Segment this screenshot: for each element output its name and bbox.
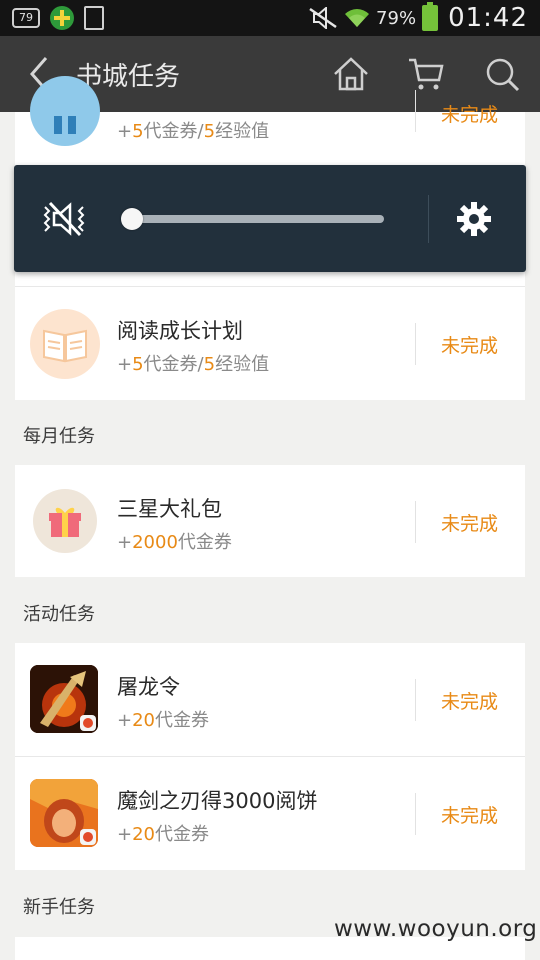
task-reward: +20代金券: [117, 824, 209, 845]
notification-badge-icon: 79: [12, 8, 40, 28]
volume-slider-thumb[interactable]: [121, 208, 143, 230]
task-reward: +2000代金券: [117, 532, 232, 553]
task-status: 未完成: [441, 104, 499, 126]
task-reward: +5代金券/5经验值: [117, 121, 270, 142]
task-row-samsung-gift[interactable]: 三星大礼包 +2000代金券 未完成: [15, 465, 525, 577]
task-title: 魔剑之刃得3000阅饼: [117, 789, 318, 813]
section-title-monthly: 每月任务: [23, 426, 95, 447]
task-reward: +20代金券: [117, 710, 209, 731]
task-status: 未完成: [441, 691, 499, 713]
task-title: 屠龙令: [117, 675, 180, 699]
game-dragon-icon: [30, 665, 98, 733]
divider: [415, 501, 416, 543]
task-status: 未完成: [441, 513, 499, 535]
task-row-dragon-slayer[interactable]: 屠龙令 +20代金券 未完成: [15, 643, 525, 755]
status-bar: 79 79% 01:42: [0, 0, 540, 36]
task-reward: +5代金券/5经验值: [117, 354, 270, 375]
wifi-icon: [345, 9, 370, 27]
mute-icon[interactable]: [42, 199, 86, 239]
app-plus-icon: [50, 6, 74, 30]
status-bar-notifications: 79: [12, 6, 104, 30]
section-title-activity: 活动任务: [23, 604, 95, 625]
game-magic-blade-icon: [30, 779, 98, 847]
gear-icon[interactable]: [456, 201, 492, 237]
status-bar-system: 79% 01:42: [308, 0, 528, 36]
divider: [415, 90, 416, 132]
mute-status-icon: [309, 7, 337, 29]
clock: 01:42: [448, 3, 528, 33]
task-card-activity: 屠龙令 +20代金券 未完成 魔剑之刃得3000阅饼 +20代金券 未完成: [15, 643, 525, 870]
divider: [415, 793, 416, 835]
task-row-magic-blade[interactable]: 魔剑之刃得3000阅饼 +20代金券 未完成: [15, 757, 525, 869]
volume-panel: [14, 165, 526, 272]
task-card-monthly: 三星大礼包 +2000代金券 未完成: [15, 465, 525, 577]
divider: [428, 195, 429, 243]
task-row-reading-growth[interactable]: 阅读成长计划 +5代金券/5经验值 未完成: [15, 287, 525, 399]
task-status: 未完成: [441, 805, 499, 827]
divider: [415, 679, 416, 721]
volume-slider-track[interactable]: [130, 215, 384, 223]
section-title-newbie: 新手任务: [23, 897, 95, 918]
divider: [415, 323, 416, 365]
battery-icon: [422, 2, 439, 31]
task-row-partial[interactable]: +5代金券/5经验值 未完成: [15, 54, 525, 166]
task-title: 阅读成长计划: [117, 319, 243, 343]
watermark: www.wooyun.org: [334, 916, 538, 942]
gift-icon: [33, 489, 97, 553]
battery-percent: 79%: [376, 7, 417, 29]
task-status: 未完成: [441, 335, 499, 357]
sim-card-icon: [84, 6, 104, 30]
book-icon: [30, 76, 100, 146]
open-book-icon: [30, 309, 100, 379]
task-title: 三星大礼包: [117, 497, 222, 521]
